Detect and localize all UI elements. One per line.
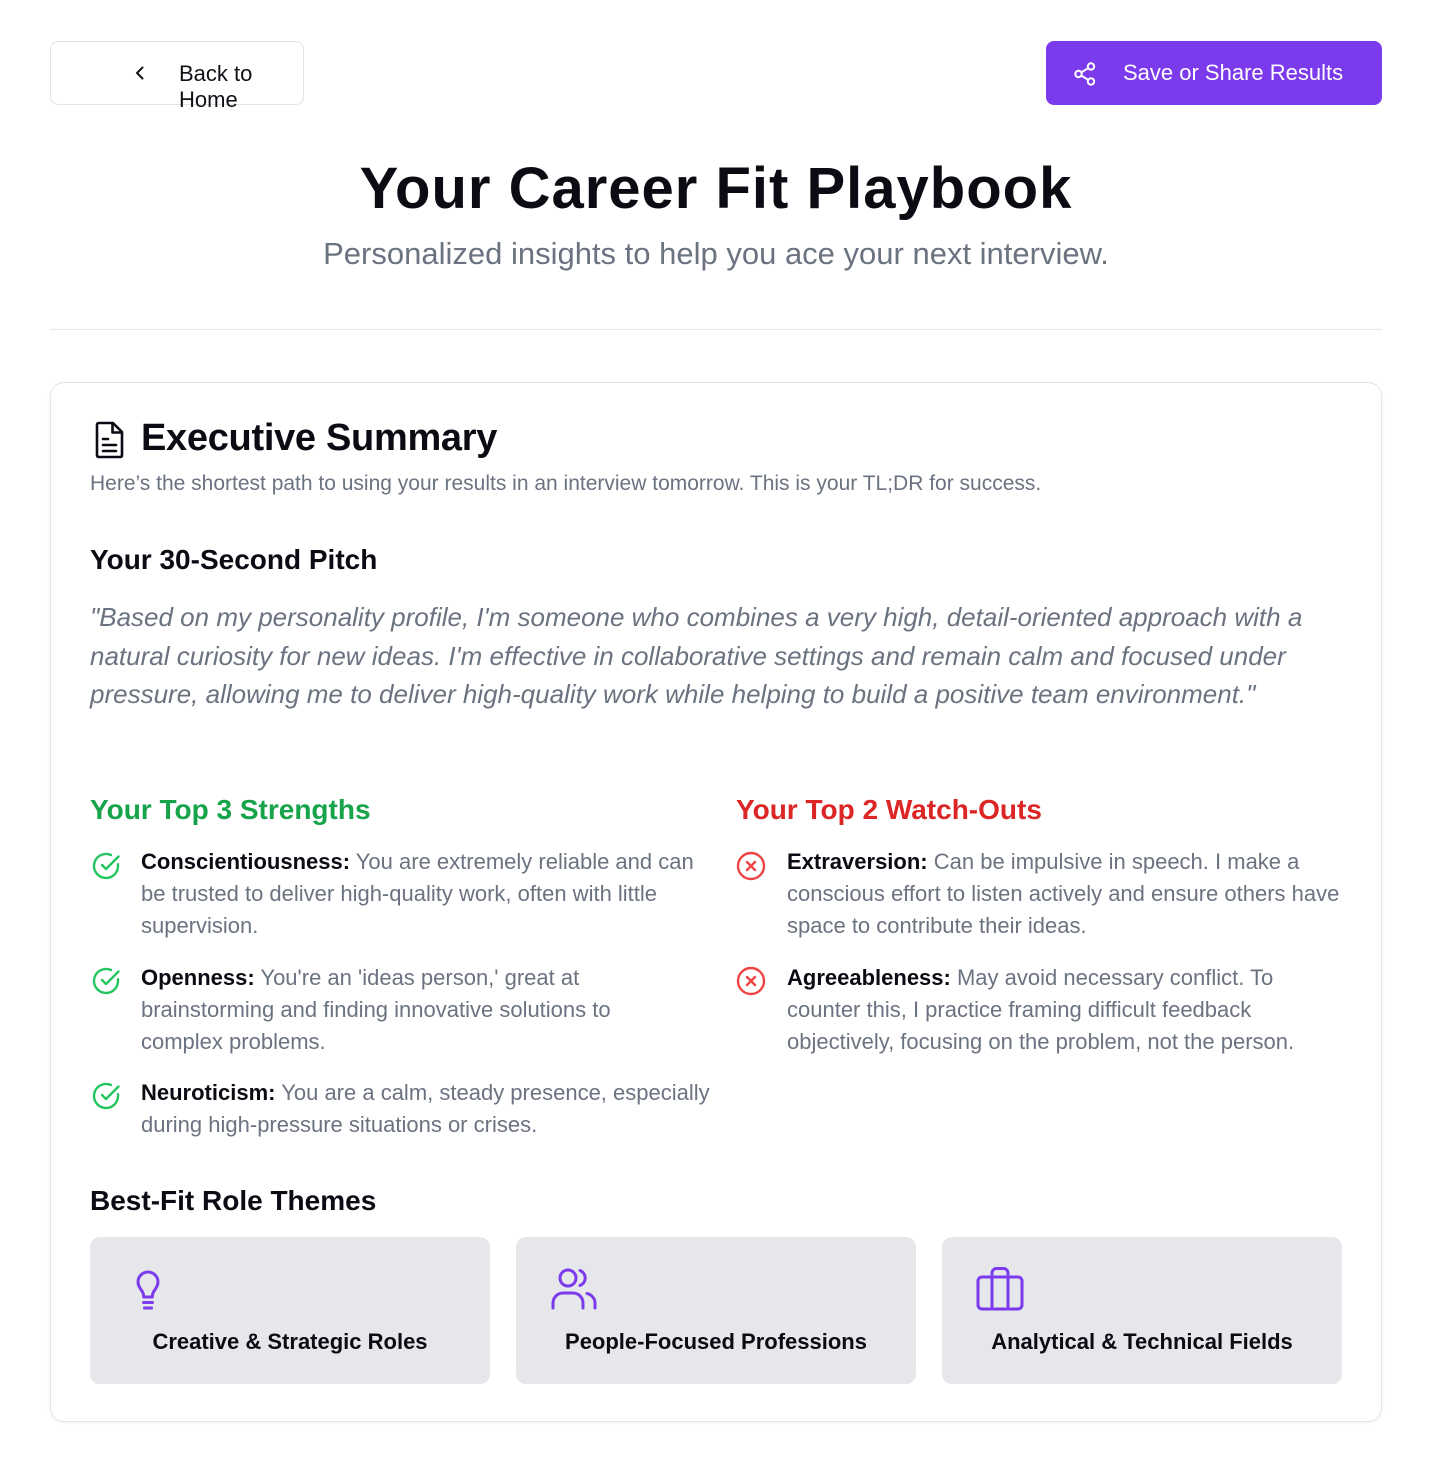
role-card-label: People-Focused Professions <box>565 1329 867 1354</box>
watchout-trait: Extraversion: <box>787 849 928 874</box>
executive-summary-description: Here’s the shortest path to using your r… <box>90 472 1042 495</box>
save-share-results-button[interactable]: Save or Share Results <box>1046 41 1382 105</box>
back-to-home-button[interactable]: Back to Home <box>50 41 304 112</box>
document-icon <box>95 421 124 459</box>
role-card-analytical-technical[interactable]: Analytical & Technical Fields <box>942 1237 1342 1384</box>
strength-trait: Conscientiousness: <box>141 849 351 874</box>
briefcase-icon <box>976 1267 1024 1311</box>
page-title: Your Career Fit Playbook <box>359 156 1073 221</box>
x-circle-icon <box>736 966 766 996</box>
back-to-home-label: Back to Home <box>179 61 253 112</box>
save-share-results-label: Save or Share Results <box>1123 60 1344 85</box>
watchout-trait: Agreeableness: <box>787 965 951 990</box>
check-circle-icon <box>92 852 120 880</box>
share-icon <box>1074 62 1096 86</box>
strength-item: Conscientiousness: You are extremely rel… <box>141 846 701 942</box>
strength-trait: Neuroticism: <box>141 1080 276 1105</box>
pitch-text: "Based on my personality profile, I'm so… <box>90 602 1303 709</box>
role-card-label: Analytical & Technical Fields <box>991 1329 1293 1354</box>
role-card-label: Creative & Strategic Roles <box>152 1329 428 1354</box>
check-circle-icon <box>92 967 120 995</box>
strengths-heading: Your Top 3 Strengths <box>90 794 371 825</box>
role-themes-heading: Best-Fit Role Themes <box>90 1185 377 1216</box>
role-card-creative-strategic[interactable]: Creative & Strategic Roles <box>90 1237 490 1384</box>
x-circle-icon <box>736 851 766 881</box>
chevron-left-icon <box>136 66 144 80</box>
role-card-people-focused[interactable]: People-Focused Professions <box>516 1237 916 1384</box>
strength-item: Openness: You're an 'ideas person,' grea… <box>141 962 681 1058</box>
header-divider <box>50 329 1382 330</box>
strength-item: Neuroticism: You are a calm, steady pres… <box>141 1077 711 1141</box>
lightbulb-icon <box>136 1270 160 1310</box>
check-circle-icon <box>92 1082 120 1110</box>
strength-trait: Openness: <box>141 965 255 990</box>
executive-summary-title: Executive Summary <box>141 417 498 459</box>
watchouts-heading: Your Top 2 Watch-Outs <box>736 794 1042 825</box>
watchout-item: Extraversion: Can be impulsive in speech… <box>787 846 1347 942</box>
users-icon <box>551 1268 597 1310</box>
pitch-heading: Your 30-Second Pitch <box>90 544 378 575</box>
watchout-item: Agreeableness: May avoid necessary confl… <box>787 962 1332 1058</box>
page-subtitle: Personalized insights to help you ace yo… <box>323 236 1109 271</box>
